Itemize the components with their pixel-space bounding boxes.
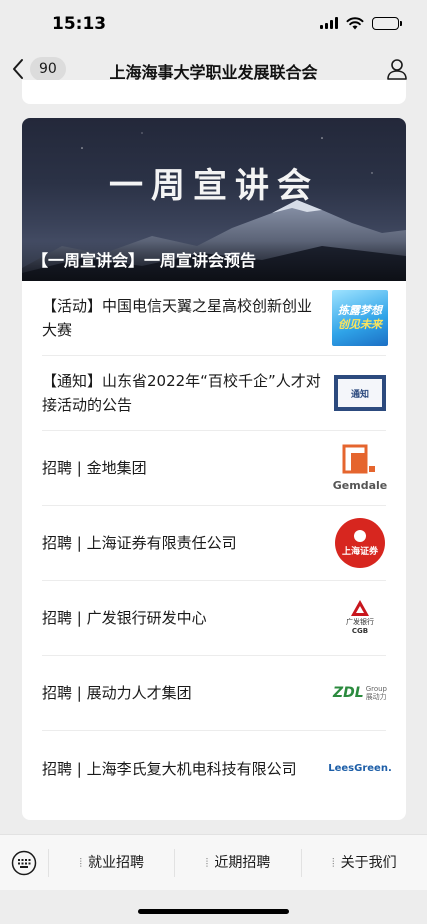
article-title: 招聘 | 上海证券有限责任公司 bbox=[42, 534, 237, 552]
article-title: 【通知】山东省2022年“百校千企”人才对接活动的公告 bbox=[42, 372, 321, 414]
battery-icon bbox=[372, 16, 402, 30]
article-card: 一周宣讲会 【一周宣讲会】一周宣讲会预告 【活动】中国电信天翼之星高校创新创业大… bbox=[22, 118, 406, 820]
list-item[interactable]: 【活动】中国电信天翼之星高校创新创业大赛 拣露梦想 创见未来 bbox=[42, 281, 388, 356]
menu-item-about-us[interactable]: ⦙ 关于我们 bbox=[300, 848, 427, 877]
list-item[interactable]: 招聘 | 广发银行研发中心 广发银行 CGB bbox=[42, 581, 386, 656]
zdl-cn: 展动力 bbox=[365, 693, 387, 701]
menu-item-job-recruitment[interactable]: ⦙ 就业招聘 bbox=[48, 848, 174, 877]
status-bar: 15:13 bbox=[0, 0, 427, 48]
chevron-left-icon bbox=[13, 59, 23, 79]
menu-item-label: 就业招聘 bbox=[88, 854, 145, 871]
zdl-group: Group bbox=[365, 685, 387, 693]
securities-label: 上海证券 bbox=[341, 546, 378, 557]
cgb-logo: 广发银行 CGB bbox=[332, 590, 388, 646]
article-title: 招聘 | 金地集团 bbox=[42, 459, 147, 477]
previous-article-card bbox=[22, 80, 406, 104]
menu-icon: ⦙ bbox=[79, 855, 83, 870]
zdl-group-logo: ZDL Group 展动力 bbox=[332, 665, 388, 721]
banner-heading: 一周宣讲会 bbox=[109, 166, 319, 206]
featured-article-banner[interactable]: 一周宣讲会 【一周宣讲会】一周宣讲会预告 bbox=[22, 118, 406, 281]
menu-item-label: 近期招聘 bbox=[214, 854, 271, 871]
contest-poster-thumbnail: 拣露梦想 创见未来 bbox=[332, 290, 388, 346]
keyboard-toggle-button[interactable] bbox=[0, 835, 48, 891]
menu-icon: ⦙ bbox=[205, 855, 209, 870]
unread-count-badge: 90 bbox=[30, 57, 66, 81]
article-title: 招聘 | 展动力人才集团 bbox=[42, 684, 192, 702]
gemdale-mark-icon bbox=[342, 444, 375, 474]
list-item[interactable]: 招聘 | 上海证券有限责任公司 上海证券 bbox=[42, 506, 386, 581]
list-item[interactable]: 招聘 | 上海李氏复大机电科技有限公司 LeesGreen. bbox=[42, 731, 392, 806]
gemdale-wordmark: Gemdale bbox=[332, 479, 388, 492]
cgb-en: CGB bbox=[351, 627, 369, 635]
article-title: 【活动】中国电信天翼之星高校创新创业大赛 bbox=[42, 297, 313, 339]
banner-caption-bar: 【一周宣讲会】一周宣讲会预告 bbox=[22, 241, 406, 281]
article-title: 招聘 | 广发银行研发中心 bbox=[42, 609, 207, 627]
zdl-wordmark: ZDL bbox=[332, 685, 364, 701]
securities-mark-icon bbox=[354, 529, 366, 542]
list-item[interactable]: 招聘 | 展动力人才集团 ZDL Group 展动力 bbox=[42, 656, 388, 731]
signal-icon bbox=[320, 17, 338, 29]
contest-line2: 创见未来 bbox=[338, 318, 382, 331]
notice-thumbnail: 通知 bbox=[332, 365, 388, 421]
cgb-cn: 广发银行 bbox=[346, 618, 374, 626]
list-item[interactable]: 招聘 | 金地集团 Gemdale bbox=[42, 431, 388, 506]
home-indicator bbox=[138, 909, 289, 914]
back-button[interactable]: 90 bbox=[12, 57, 66, 81]
list-item[interactable]: 【通知】山东省2022年“百校千企”人才对接活动的公告 通知 bbox=[42, 356, 386, 431]
bottom-menu: ⦙ 就业招聘 ⦙ 近期招聘 ⦙ 关于我们 bbox=[0, 834, 427, 890]
banner-caption: 【一周宣讲会】一周宣讲会预告 bbox=[32, 251, 257, 270]
notice-label: 通知 bbox=[350, 389, 369, 400]
article-list: 【活动】中国电信天翼之星高校创新创业大赛 拣露梦想 创见未来 【通知】山东省20… bbox=[22, 281, 406, 806]
keyboard-icon bbox=[11, 850, 37, 875]
menu-item-label: 关于我们 bbox=[340, 854, 397, 871]
gemdale-logo: Gemdale bbox=[332, 440, 388, 496]
profile-icon[interactable] bbox=[385, 57, 409, 81]
cgb-mark-icon bbox=[351, 600, 369, 616]
menu-icon: ⦙ bbox=[331, 855, 335, 870]
article-title: 招聘 | 上海李氏复大机电科技有限公司 bbox=[42, 759, 297, 778]
contest-line1: 拣露梦想 bbox=[338, 304, 382, 317]
wifi-icon bbox=[346, 17, 364, 30]
status-time: 15:13 bbox=[52, 14, 107, 34]
status-icons bbox=[320, 16, 402, 30]
shanghai-securities-logo: 上海证券 bbox=[332, 515, 388, 571]
menu-item-recent-recruitment[interactable]: ⦙ 近期招聘 bbox=[174, 848, 300, 877]
leesgreen-wordmark: LeesGreen. bbox=[328, 763, 392, 774]
leesgreen-logo: LeesGreen. bbox=[328, 741, 392, 797]
